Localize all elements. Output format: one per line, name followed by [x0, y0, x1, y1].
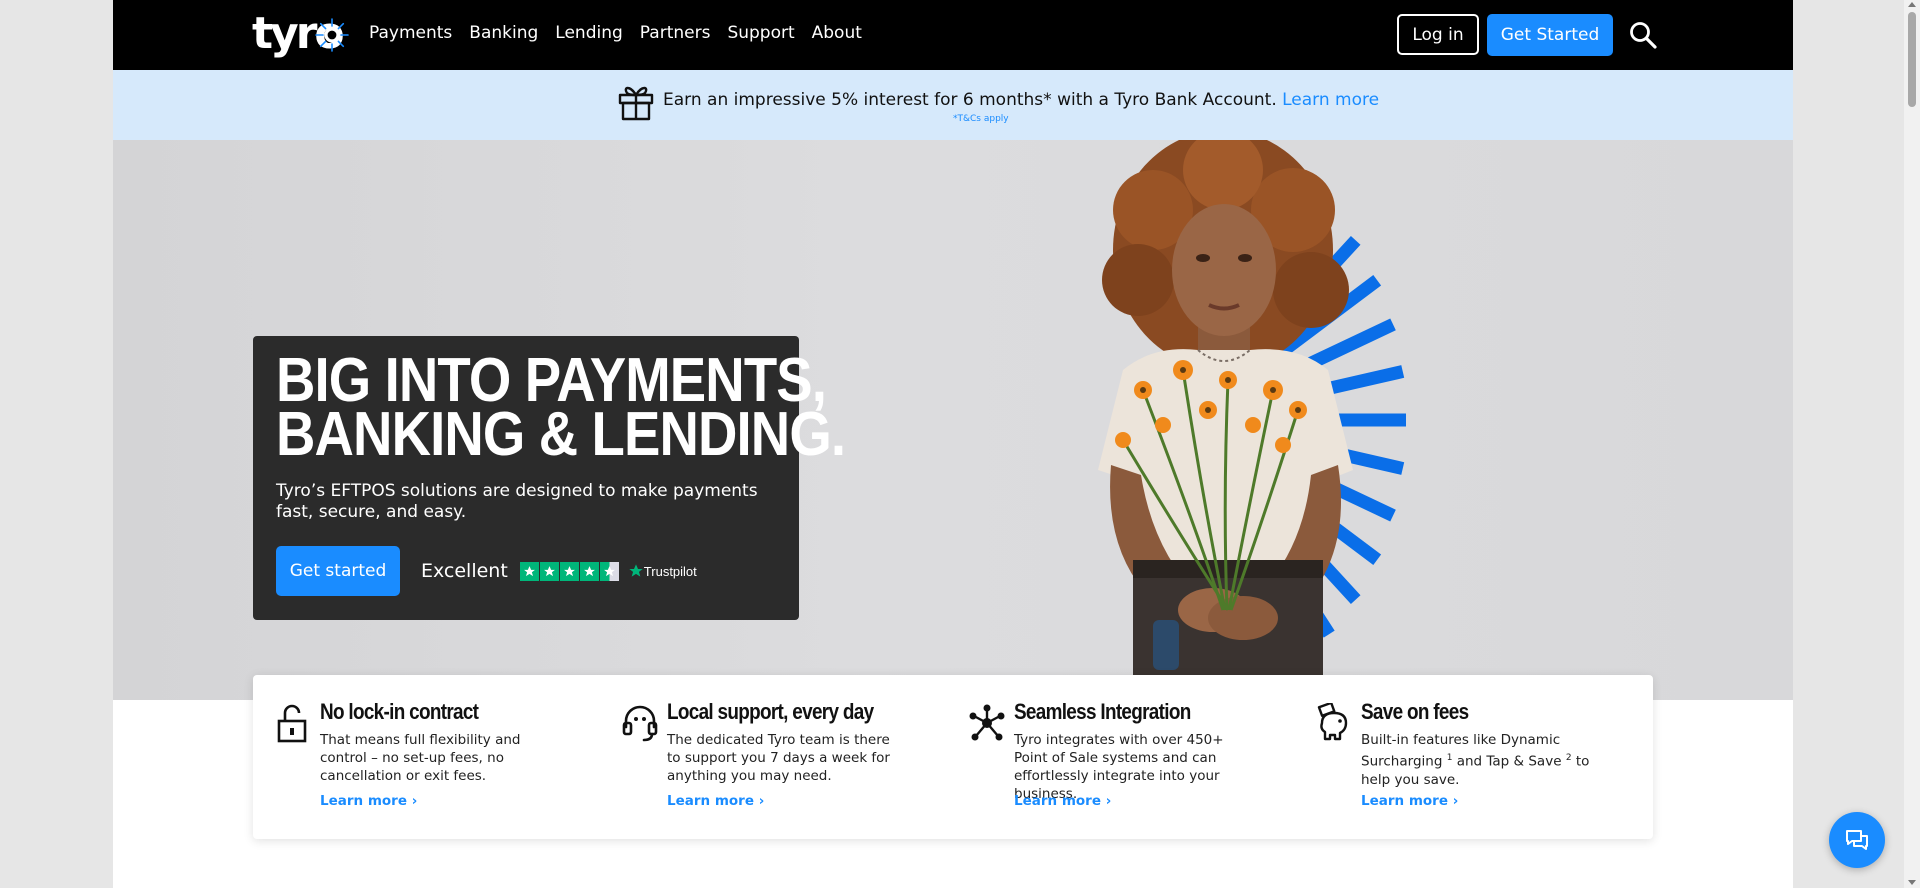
chevron-right-icon: › [1452, 793, 1459, 809]
feature-link-label: Learn more [1014, 793, 1101, 809]
feature-description: The dedicated Tyro team is there to supp… [667, 732, 890, 784]
scroll-up-arrow-icon[interactable] [1908, 2, 1916, 7]
scroll-down-arrow-icon[interactable] [1908, 880, 1916, 885]
trustpilot-star-icon [629, 564, 643, 577]
nav-links: Payments Banking Lending Partners Suppor… [369, 0, 879, 66]
feature-learn-more-link[interactable]: Learn more › [667, 793, 764, 809]
feature-learn-more-link[interactable]: Learn more › [1361, 793, 1458, 809]
login-button[interactable]: Log in [1397, 14, 1479, 55]
feature-title: Seamless Integration [1014, 699, 1191, 724]
chat-icon [1846, 830, 1868, 850]
search-icon[interactable] [1628, 20, 1658, 50]
nav-link-partners[interactable]: Partners [640, 23, 711, 43]
promo-banner: Earn an impressive 5% interest for 6 mon… [113, 70, 1793, 140]
banner-learn-more-link[interactable]: Learn more [1282, 90, 1379, 110]
trustpilot-stars [519, 561, 620, 581]
feature-description: That means full flexibility and control … [320, 732, 521, 784]
hero-person-image [1098, 140, 1353, 700]
gift-icon [618, 86, 654, 121]
feature-title: Local support, every day [667, 699, 874, 724]
hero-title-line-2: BANKING & LENDING. [276, 400, 846, 469]
nav-link-banking[interactable]: Banking [469, 23, 538, 43]
hero-section: BIG INTO PAYMENTS, BANKING & LENDING. Ty… [113, 140, 1793, 700]
feature-seamless-integration: Seamless Integration Tyro integrates wit… [947, 675, 1277, 839]
hero-card: BIG INTO PAYMENTS, BANKING & LENDING. Ty… [253, 336, 846, 620]
nav-link-support[interactable]: Support [727, 23, 794, 43]
hero-subtitle: Tyro’s EFTPOS solutions are designed to … [276, 481, 758, 522]
tyro-logo[interactable]: tyro [252, 10, 349, 58]
piggy-bank-icon [1317, 703, 1348, 741]
hero-get-started-button[interactable]: Get started [276, 546, 400, 596]
banner-message: Earn an impressive 5% interest for 6 mon… [663, 90, 1277, 110]
feature-no-lock-in: No lock-in contract That means full flex… [253, 675, 583, 839]
chevron-right-icon: › [758, 793, 765, 809]
feature-learn-more-link[interactable]: Learn more › [320, 793, 417, 809]
banner-text: Earn an impressive 5% interest for 6 mon… [663, 90, 1379, 110]
chat-button[interactable] [1829, 812, 1885, 868]
features-card: No lock-in contract That means full flex… [253, 675, 1653, 839]
feature-title: Save on fees [1361, 699, 1469, 724]
feature-link-label: Learn more [320, 793, 407, 809]
trustpilot-widget[interactable]: Excellent Trustpilot [421, 556, 697, 586]
banner-tc-note[interactable]: *T&Cs apply [953, 114, 1009, 124]
feature-desc-part-2: and Tap & Save [1452, 753, 1562, 770]
network-icon [969, 704, 1005, 741]
chevron-right-icon: › [1105, 793, 1112, 809]
scrollbar-thumb[interactable] [1908, 12, 1916, 107]
half-star-icon [599, 561, 619, 581]
nav-link-lending[interactable]: Lending [555, 23, 623, 43]
trustpilot-brand-text: Trustpilot [643, 563, 697, 579]
star-icon [559, 561, 579, 581]
chevron-right-icon: › [411, 793, 418, 809]
feature-title: No lock-in contract [320, 699, 479, 724]
nav-link-about[interactable]: About [812, 23, 862, 43]
feature-description: Built-in features like Dynamic Surchargi… [1361, 731, 1601, 789]
feature-link-label: Learn more [1361, 793, 1448, 809]
logo-burst-icon [315, 18, 349, 52]
feature-link-label: Learn more [667, 793, 754, 809]
get-started-nav-button[interactable]: Get Started [1487, 14, 1613, 56]
trustpilot-rating-text: Excellent [421, 560, 508, 582]
star-icon [519, 561, 539, 581]
nav-link-payments[interactable]: Payments [369, 23, 452, 43]
feature-learn-more-link[interactable]: Learn more › [1014, 793, 1111, 809]
headset-icon [622, 705, 658, 742]
star-icon [539, 561, 559, 581]
scrollbar[interactable] [1904, 0, 1920, 888]
unlock-icon [277, 704, 307, 743]
hero-title: BIG INTO PAYMENTS, BANKING & LENDING. [276, 350, 846, 469]
feature-local-support: Local support, every day The dedicated T… [600, 675, 930, 839]
trustpilot-logo: Trustpilot [628, 563, 697, 579]
top-nav: tyro Payments Banking Lending Partners S… [113, 0, 1793, 70]
star-icon [579, 561, 599, 581]
page: tyro Payments Banking Lending Partners S… [113, 0, 1793, 888]
feature-save-on-fees: Save on fees Built-in features like Dyna… [1294, 675, 1624, 839]
